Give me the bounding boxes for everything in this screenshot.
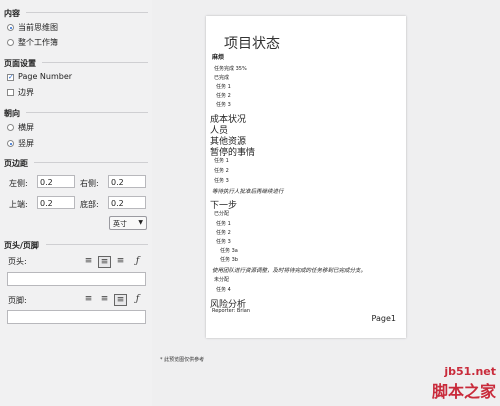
preview-outline-line: 已分配 xyxy=(214,211,230,217)
landscape-label: 横屏 xyxy=(18,123,34,132)
whole-workbook-radio[interactable] xyxy=(7,39,14,46)
footer-align-right-button[interactable]: ≡ xyxy=(114,294,127,306)
margin-right-label: 右侧: xyxy=(80,179,99,188)
preview-page: 项目状态 麻烦 任务完成 35% 已完成 任务 1 任务 2 任务 3 成本状况 人员 其他资源… xyxy=(206,16,406,338)
separator xyxy=(26,12,148,13)
align-right-icon: ≡ xyxy=(116,256,125,266)
portrait-label: 竖屏 xyxy=(18,139,34,148)
preview-outline-line: 任务 1 xyxy=(216,84,231,90)
margin-top-input[interactable]: 0.2 xyxy=(37,196,75,209)
preview-outline-line: 任务 3 xyxy=(216,239,231,245)
align-center-icon: ≡ xyxy=(100,257,109,267)
header-text-input[interactable] xyxy=(7,272,146,286)
content-section-title: 内容 xyxy=(4,9,20,18)
font-icon: ƒ xyxy=(135,256,140,266)
preview-outline-line: 任务 2 xyxy=(214,168,229,174)
align-center-icon: ≡ xyxy=(100,294,109,304)
preview-outline-line: Reporter: Brian xyxy=(212,308,251,314)
current-mindmap-radio[interactable] xyxy=(7,24,14,31)
footer-align-center-button[interactable]: ≡ xyxy=(98,294,111,306)
preview-outline-line: 任务 1 xyxy=(216,221,231,227)
margin-right-input[interactable]: 0.2 xyxy=(108,175,146,188)
header-label: 页头: xyxy=(8,257,27,266)
align-left-icon: ≡ xyxy=(84,294,93,304)
orientation-title: 朝向 xyxy=(4,109,20,118)
margin-left-input[interactable]: 0.2 xyxy=(37,175,75,188)
page-number-label: Page Number xyxy=(18,72,73,81)
preview-outline-line: 等待执行人批准后再继续进行 xyxy=(212,189,284,195)
border-label: 边界 xyxy=(18,88,34,97)
header-align-left-button[interactable]: ≡ xyxy=(82,256,95,268)
chevron-down-icon: ▼ xyxy=(138,219,143,226)
portrait-radio[interactable] xyxy=(7,140,14,147)
preview-outline-line: 任务 3a xyxy=(220,248,238,254)
preview-footnote: * 此预览图仅供参考 xyxy=(160,357,205,363)
margin-top-label: 上端: xyxy=(9,200,28,209)
watermark-line1: jb51.net xyxy=(444,365,496,378)
preview-outline-line: 任务 3 xyxy=(216,102,231,108)
preview-outline-line: 任务 4 xyxy=(216,287,231,293)
page-number-text: Page1 xyxy=(371,314,396,323)
preview-title: 项目状态 xyxy=(224,36,280,52)
header-font-button[interactable]: ƒ xyxy=(131,256,144,268)
unit-select-value: 英寸 xyxy=(113,220,127,228)
footer-align-left-button[interactable]: ≡ xyxy=(82,294,95,306)
preview-outline-line: 未分配 xyxy=(214,277,230,283)
border-checkbox[interactable] xyxy=(7,89,14,96)
preview-outline-line: 任务 3 xyxy=(214,178,229,184)
preview-outline-line: 任务 2 xyxy=(216,93,231,99)
margin-left-label: 左侧: xyxy=(9,179,28,188)
separator xyxy=(34,162,148,163)
header-align-right-button[interactable]: ≡ xyxy=(114,256,127,268)
current-mindmap-label: 当前思维图 xyxy=(18,23,58,32)
margin-bottom-label: 底部: xyxy=(80,200,99,209)
print-preview-area: 项目状态 麻烦 任务完成 35% 已完成 任务 1 任务 2 任务 3 成本状况 人员 其他资源… xyxy=(152,0,500,406)
footer-font-button[interactable]: ƒ xyxy=(131,294,144,306)
preview-outline-line: 任务 2 xyxy=(216,230,231,236)
footer-label: 页脚: xyxy=(8,296,27,305)
margin-bottom-input[interactable]: 0.2 xyxy=(108,196,146,209)
margins-title: 页边距 xyxy=(4,159,28,168)
align-right-icon: ≡ xyxy=(116,295,125,305)
header-footer-title: 页头/页脚 xyxy=(4,241,39,250)
align-left-icon: ≡ xyxy=(84,256,93,266)
whole-workbook-label: 整个工作簿 xyxy=(18,38,58,47)
watermark-line2: 脚本之家 xyxy=(431,382,496,401)
page-settings-title: 页面设置 xyxy=(4,59,36,68)
preview-outline-line: 使用团队进行资源调整，及时将待完成的任务移到已完成分支。 xyxy=(212,268,367,274)
print-settings-sidebar: 内容 当前思维图 整个工作簿 页面设置 ✓ Page Number 边界 朝向 … xyxy=(0,0,152,406)
preview-outline-line: 麻烦 xyxy=(212,54,225,61)
header-align-center-button[interactable]: ≡ xyxy=(98,256,111,268)
preview-outline-line: 任务完成 35% xyxy=(214,66,247,72)
preview-outline-line: 任务 3b xyxy=(220,257,238,263)
preview-outline-line: 任务 1 xyxy=(214,158,229,164)
landscape-radio[interactable] xyxy=(7,124,14,131)
watermark-logo: jb51.net 脚本之家 xyxy=(432,365,496,402)
footer-text-input[interactable] xyxy=(7,310,146,324)
separator xyxy=(26,112,148,113)
font-icon: ƒ xyxy=(135,294,140,304)
unit-select[interactable]: 英寸 ▼ xyxy=(109,216,147,230)
page-number-checkbox[interactable]: ✓ xyxy=(7,74,14,81)
separator xyxy=(46,244,148,245)
separator xyxy=(42,62,148,63)
preview-outline-line: 已完成 xyxy=(214,75,230,81)
